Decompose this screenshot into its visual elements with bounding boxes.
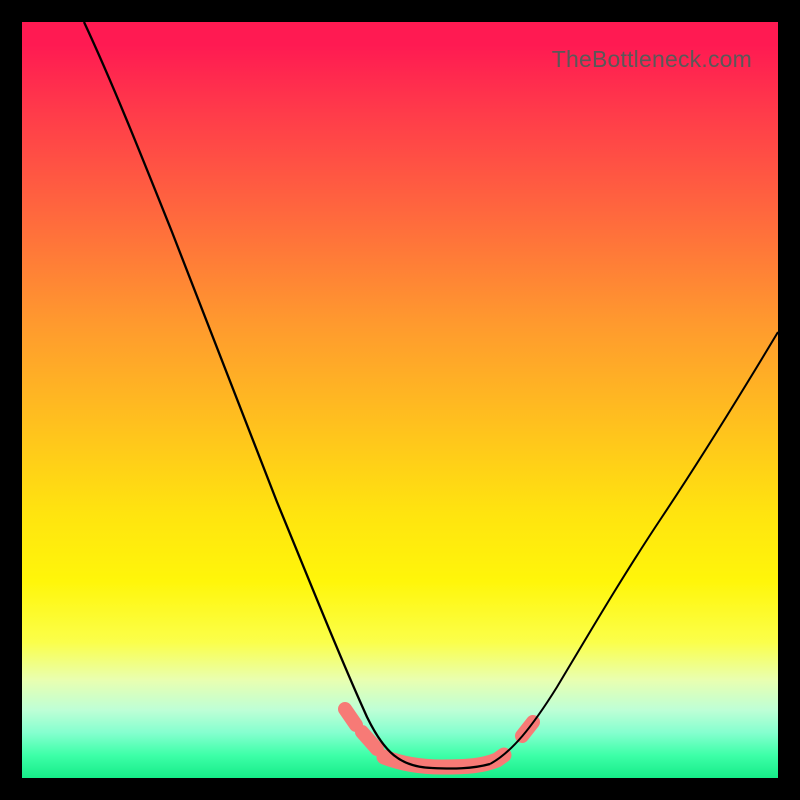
plot-area: TheBottleneck.com — [22, 22, 778, 778]
bottleneck-curve — [22, 22, 778, 778]
curve-right-branch — [490, 332, 778, 764]
highlight-band — [345, 709, 533, 767]
left-dash-1 — [345, 709, 356, 725]
curve-left-branch — [84, 22, 432, 768]
left-dash-2 — [362, 732, 377, 749]
chart-frame: TheBottleneck.com — [0, 0, 800, 800]
